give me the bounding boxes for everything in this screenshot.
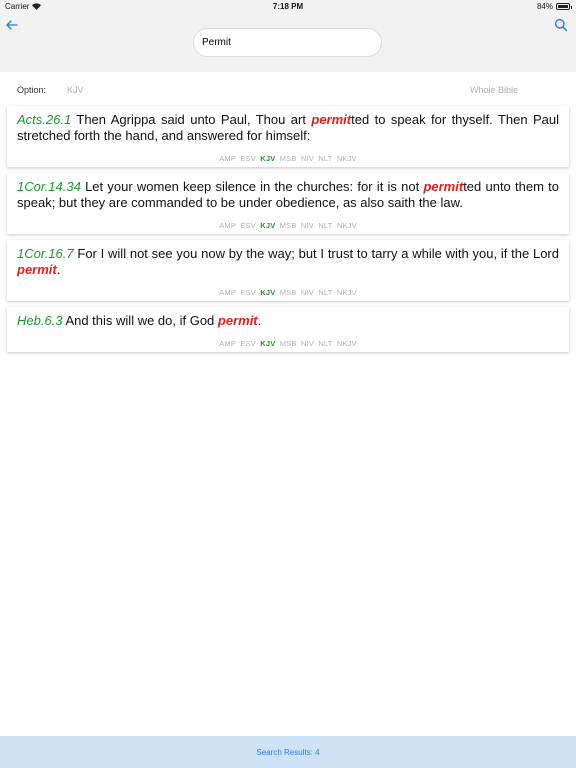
version-nlt[interactable]: NLT (318, 154, 332, 163)
status-bar: Carrier 7:18 PM 84% (0, 0, 576, 14)
option-label: Option: (17, 85, 47, 95)
version-kjv[interactable]: KJV (260, 221, 275, 230)
version-nkjv[interactable]: NKJV (337, 288, 357, 297)
version-kjv[interactable]: KJV (260, 339, 275, 348)
version-amp[interactable]: AMP (219, 339, 236, 348)
verse-pre: Let your women keep silence in the churc… (80, 179, 424, 194)
version-list: AMP ESV KJV MSB NIV NLT NKJV (17, 339, 559, 348)
status-time: 7:18 PM (272, 2, 304, 11)
search-icon (554, 18, 568, 32)
match-highlight: permit (423, 179, 464, 194)
navigation-bar (0, 14, 576, 72)
version-niv[interactable]: NIV (301, 154, 314, 163)
version-msb[interactable]: MSB (280, 288, 297, 297)
search-input[interactable] (193, 28, 382, 57)
back-arrow-icon (6, 20, 18, 30)
verse-pre: For I will not see you now by the way; b… (73, 246, 559, 261)
options-row: Option: KJV Whole Bible (0, 72, 576, 102)
verse-text: Heb.6.3 And this will we do, if God perm… (17, 313, 559, 329)
version-nlt[interactable]: NLT (318, 221, 332, 230)
verse-reference[interactable]: 1Cor.14.34 (17, 179, 81, 194)
result-card[interactable]: 1Cor.16.7 For I will not see you now by … (7, 240, 569, 301)
version-msb[interactable]: MSB (280, 221, 297, 230)
match-highlight: permit (17, 262, 57, 277)
bottom-bar: Search Results: 4 (0, 736, 576, 768)
version-esv[interactable]: ESV (240, 221, 256, 230)
results-list: Acts.26.1 Then Agrippa said unto Paul, T… (7, 106, 569, 358)
battery-fill (558, 5, 569, 8)
version-esv[interactable]: ESV (240, 154, 256, 163)
verse-text: 1Cor.14.34 Let your women keep silence i… (17, 179, 559, 211)
version-amp[interactable]: AMP (219, 154, 236, 163)
version-list: AMP ESV KJV MSB NIV NLT NKJV (17, 221, 559, 230)
battery-icon (556, 3, 572, 10)
version-kjv[interactable]: KJV (260, 288, 275, 297)
version-nkjv[interactable]: NKJV (337, 154, 357, 163)
version-list: AMP ESV KJV MSB NIV NLT NKJV (17, 154, 559, 163)
result-card[interactable]: Acts.26.1 Then Agrippa said unto Paul, T… (7, 106, 569, 167)
verse-text: Acts.26.1 Then Agrippa said unto Paul, T… (17, 112, 559, 144)
status-right: 84% (536, 2, 572, 11)
version-amp[interactable]: AMP (219, 221, 236, 230)
verse-pre: And this will we do, if God (62, 313, 218, 328)
results-count: Search Results: 4 (256, 748, 320, 757)
version-msb[interactable]: MSB (280, 339, 297, 348)
version-niv[interactable]: NIV (301, 288, 314, 297)
version-kjv[interactable]: KJV (260, 154, 275, 163)
version-nlt[interactable]: NLT (318, 288, 332, 297)
verse-pre: Then Agrippa said unto Paul, Thou art (71, 112, 312, 127)
match-highlight: permit (311, 112, 352, 127)
search-button[interactable] (554, 18, 568, 32)
verse-reference[interactable]: Acts.26.1 (17, 112, 71, 127)
verse-text: 1Cor.16.7 For I will not see you now by … (17, 246, 559, 278)
version-niv[interactable]: NIV (301, 221, 314, 230)
verse-post: . (257, 313, 262, 328)
version-amp[interactable]: AMP (219, 288, 236, 297)
version-esv[interactable]: ESV (240, 339, 256, 348)
scope-selector[interactable]: Whole Bible (470, 85, 518, 95)
verse-post: . (56, 262, 61, 277)
version-nkjv[interactable]: NKJV (337, 339, 357, 348)
verse-reference[interactable]: Heb.6.3 (17, 313, 63, 328)
version-nlt[interactable]: NLT (318, 339, 332, 348)
result-card[interactable]: Heb.6.3 And this will we do, if God perm… (7, 307, 569, 352)
version-esv[interactable]: ESV (240, 288, 256, 297)
match-highlight: permit (217, 313, 258, 328)
result-card[interactable]: 1Cor.14.34 Let your women keep silence i… (7, 173, 569, 234)
version-msb[interactable]: MSB (280, 154, 297, 163)
version-niv[interactable]: NIV (301, 339, 314, 348)
version-selector[interactable]: KJV (67, 85, 84, 95)
battery-percent: 84% (536, 2, 553, 11)
version-nkjv[interactable]: NKJV (337, 221, 357, 230)
version-list: AMP ESV KJV MSB NIV NLT NKJV (17, 288, 559, 297)
verse-reference[interactable]: 1Cor.16.7 (17, 246, 74, 261)
back-button[interactable] (5, 18, 19, 32)
